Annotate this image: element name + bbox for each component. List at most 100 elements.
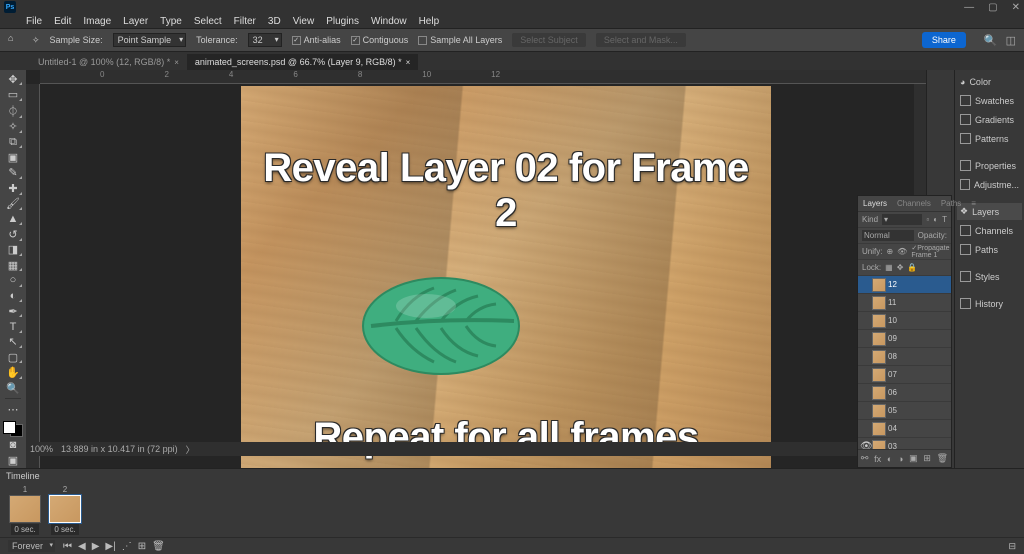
filter-type-icon[interactable]: T <box>942 215 947 224</box>
unify-visibility-icon[interactable]: 👁 <box>897 247 907 256</box>
layer-item[interactable]: 10 <box>858 312 951 330</box>
layer-item[interactable]: 12 <box>858 276 951 294</box>
document-canvas[interactable]: Reveal Layer 02 for Frame 2 Repeat for a… <box>241 86 771 468</box>
layer-item[interactable]: 👁03 <box>858 438 951 449</box>
lasso-tool[interactable]: ⏀ <box>3 103 23 119</box>
delete-layer-icon[interactable]: 🗑 <box>937 453 948 464</box>
link-layers-icon[interactable]: ⚯ <box>861 453 869 464</box>
minimize-icon[interactable]: — <box>964 2 974 13</box>
layer-item[interactable]: 11 <box>858 294 951 312</box>
share-button[interactable]: Share <box>922 32 966 48</box>
brush-tool[interactable]: 🖌 <box>3 197 23 211</box>
menu-image[interactable]: Image <box>83 16 111 27</box>
wand-tool-icon[interactable]: ✧ <box>32 35 40 46</box>
menu-type[interactable]: Type <box>160 16 182 27</box>
frame-thumbnail[interactable] <box>49 495 81 523</box>
convert-timeline-icon[interactable]: ⊟ <box>1008 541 1016 552</box>
contiguous-checkbox[interactable]: ✓Contiguous <box>351 35 409 45</box>
panel-channels[interactable]: Channels <box>957 222 1022 239</box>
select-subject-button[interactable]: Select Subject <box>512 33 586 47</box>
visibility-toggle[interactable]: 👁 <box>860 441 870 449</box>
tab-timeline[interactable]: Timeline <box>6 471 40 481</box>
sample-size-select[interactable]: Point Sample <box>113 33 187 47</box>
blur-tool[interactable]: ○ <box>3 273 23 287</box>
move-tool[interactable]: ✥ <box>3 72 23 86</box>
lock-position-icon[interactable]: ✥ <box>897 263 904 272</box>
gradient-tool[interactable]: ▦ <box>3 258 23 272</box>
menu-layer[interactable]: Layer <box>123 16 148 27</box>
tolerance-input[interactable]: 32 <box>248 33 282 47</box>
sample-all-layers-checkbox[interactable]: Sample All Layers <box>418 35 502 45</box>
layer-item[interactable]: 06 <box>858 384 951 402</box>
zoom-tool[interactable]: 🔍 <box>3 381 23 395</box>
path-selection-tool[interactable]: ↖ <box>3 335 23 349</box>
unify-position-icon[interactable]: ⊕ <box>886 247 893 256</box>
menu-3d[interactable]: 3D <box>268 16 281 27</box>
tab-layers[interactable]: Layers <box>858 197 892 210</box>
frame-duration[interactable]: 0 sec. <box>51 524 78 535</box>
menu-filter[interactable]: Filter <box>234 16 256 27</box>
filter-adjust-icon[interactable]: ◐ <box>933 215 938 224</box>
panel-gradients[interactable]: Gradients <box>957 111 1022 128</box>
propagate-checkbox[interactable]: Propagate Frame 1 <box>911 245 949 259</box>
panel-properties[interactable]: Properties <box>957 157 1022 174</box>
tab-channels[interactable]: Channels <box>892 197 936 210</box>
layer-mask-icon[interactable]: ◐ <box>887 454 892 464</box>
marquee-tool[interactable]: ▭ <box>3 87 23 101</box>
first-frame-icon[interactable]: ⏮ <box>63 541 72 552</box>
menu-help[interactable]: Help <box>419 16 440 27</box>
layer-item[interactable]: 05 <box>858 402 951 420</box>
panel-swatches[interactable]: Swatches <box>957 92 1022 109</box>
frame-duration[interactable]: 0 sec. <box>11 524 38 535</box>
home-icon[interactable]: ⌂ <box>8 33 22 47</box>
menu-edit[interactable]: Edit <box>54 16 71 27</box>
edit-toolbar-icon[interactable]: ⋯ <box>3 402 23 416</box>
lock-all-icon[interactable]: 🔒 <box>907 263 917 272</box>
timeline-frame-1[interactable]: 1 0 sec. <box>8 485 42 535</box>
frame-thumbnail[interactable] <box>9 495 41 523</box>
layer-item[interactable]: 08 <box>858 348 951 366</box>
blend-mode-select[interactable]: Normal <box>862 230 914 241</box>
panel-color[interactable]: ◕Color <box>957 74 1022 90</box>
workspace-icon[interactable]: ◫ <box>1006 34 1016 47</box>
ruler-horizontal[interactable]: 024681012 <box>40 70 926 84</box>
menu-file[interactable]: File <box>26 16 42 27</box>
color-swatches[interactable] <box>3 421 23 437</box>
delete-frame-icon[interactable]: 🗑 <box>152 541 165 552</box>
layer-item[interactable]: 09 <box>858 330 951 348</box>
shape-tool[interactable]: ▢ <box>3 350 23 364</box>
eraser-tool[interactable]: ◨ <box>3 243 23 257</box>
new-layer-icon[interactable]: ⊞ <box>923 453 931 464</box>
tab-close-icon[interactable]: × <box>174 58 179 67</box>
document-tab-2[interactable]: animated_screens.psd @ 66.7% (Layer 9, R… <box>187 54 418 70</box>
layer-item[interactable]: 07 <box>858 366 951 384</box>
kind-filter-select[interactable]: ▾ <box>882 214 922 225</box>
tab-paths[interactable]: Paths <box>936 197 966 210</box>
tween-icon[interactable]: ⋰ <box>122 541 132 552</box>
quick-mask-icon[interactable]: ◙ <box>3 438 23 452</box>
layer-style-icon[interactable]: fx <box>874 454 881 464</box>
menu-view[interactable]: View <box>293 16 315 27</box>
screen-mode-icon[interactable]: ▣ <box>3 454 23 468</box>
dodge-tool[interactable]: ◐ <box>3 289 23 303</box>
panel-history[interactable]: History <box>957 295 1022 312</box>
panel-menu-icon[interactable]: ≡ <box>966 197 980 210</box>
duplicate-frame-icon[interactable]: ⊞ <box>138 541 146 552</box>
layer-thumbnail[interactable] <box>872 278 886 292</box>
search-icon[interactable]: 🔍 <box>984 34 998 47</box>
maximize-icon[interactable]: ▢ <box>988 2 997 13</box>
document-tab-1[interactable]: Untitled-1 @ 100% (12, RGB/8) *× <box>30 54 187 70</box>
eyedropper-tool[interactable]: ✎ <box>3 166 23 180</box>
panel-paths[interactable]: Paths <box>957 241 1022 258</box>
zoom-level[interactable]: 100% <box>30 444 53 454</box>
clone-stamp-tool[interactable]: ▲ <box>3 212 23 226</box>
ruler-vertical[interactable] <box>26 84 40 468</box>
hand-tool[interactable]: ✋ <box>3 365 23 379</box>
loop-select[interactable]: Forever <box>8 540 55 552</box>
select-and-mask-button[interactable]: Select and Mask... <box>596 33 686 47</box>
frame-tool[interactable]: ▣ <box>3 150 23 164</box>
new-fill-icon[interactable]: ◑ <box>898 454 903 464</box>
prev-frame-icon[interactable]: ◀ <box>78 541 86 552</box>
menu-select[interactable]: Select <box>194 16 222 27</box>
layer-item[interactable]: 04 <box>858 420 951 438</box>
